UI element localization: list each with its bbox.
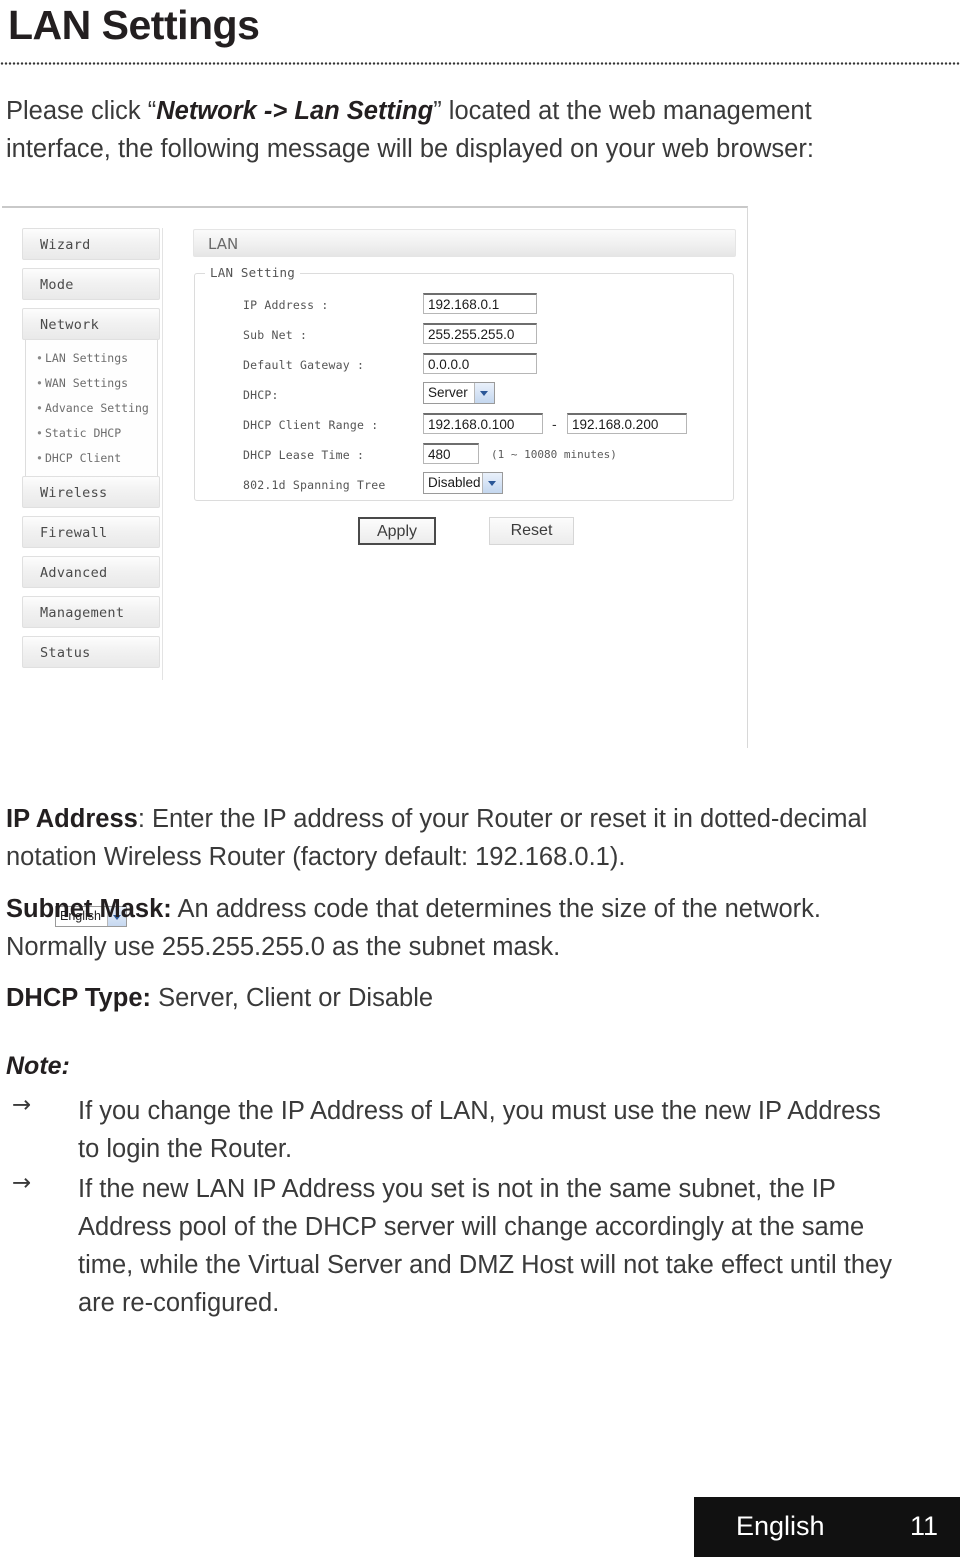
lease-time-hint: (1 ~ 10080 minutes) [491, 448, 617, 461]
footer-language: English [736, 1511, 825, 1541]
spanning-tree-value: Disabled [428, 475, 481, 490]
reset-button[interactable]: Reset [489, 517, 574, 545]
field-label: DHCP: [243, 388, 279, 402]
sidebar-item-label: Management [40, 605, 125, 621]
arrow-icon: → [12, 1170, 32, 1196]
arrow-icon: → [12, 1092, 32, 1118]
apply-button[interactable]: Apply [358, 517, 436, 545]
sub-net-input[interactable]: 255.255.255.0 [423, 323, 537, 344]
page-title: LAN Settings [8, 2, 260, 48]
sidebar-item-label: Mode [40, 277, 74, 293]
bullet-icon: • [36, 401, 43, 415]
spanning-tree-select[interactable]: Disabled [423, 472, 503, 494]
description-text: Server, Client or Disable [158, 984, 434, 1012]
lan-setting-fieldset: LAN Setting IP Address : 192.168.0.1 Sub… [194, 265, 735, 502]
description-dhcp-type: DHCP Type: Server, Client or Disable [6, 979, 906, 1017]
dhcp-range-start-input[interactable]: 192.168.0.100 [423, 413, 543, 434]
submenu-item-label: Static DHCP [45, 426, 122, 440]
bullet-icon: • [36, 426, 43, 440]
page-footer: English 11 [694, 1497, 960, 1557]
field-label: DHCP Lease Time : [243, 448, 365, 462]
submenu-item-label: LAN Settings [45, 351, 129, 365]
field-label: 802.1d Spanning Tree [243, 478, 386, 492]
submenu-item-wan-settings[interactable]: • WAN Settings [26, 371, 157, 396]
description-separator: : [137, 805, 152, 833]
dhcp-lease-time-input[interactable]: 480 [423, 443, 479, 464]
sidebar-item-wizard[interactable]: Wizard [22, 228, 160, 260]
sidebar-item-label: Wizard [40, 237, 91, 253]
field-label: IP Address : [243, 298, 329, 312]
sidebar-item-management[interactable]: Management [22, 596, 160, 628]
dhcp-type-select[interactable]: Server [423, 382, 495, 404]
note-item: If the new LAN IP Address you set is not… [78, 1175, 892, 1317]
range-separator: - [552, 416, 557, 432]
chevron-down-icon [482, 473, 502, 493]
intro-emphasis: Network -> Lan Setting [156, 97, 434, 125]
router-main-panel: LAN LAN Setting IP Address : 192.168.0.1… [193, 229, 736, 545]
dhcp-type-value: Server [428, 385, 468, 400]
sidebar-item-status[interactable]: Status [22, 636, 160, 668]
submenu-item-lan-settings[interactable]: • LAN Settings [26, 346, 157, 371]
description-term: IP Address [6, 805, 138, 833]
field-label: DHCP Client Range : [243, 418, 379, 432]
field-row-sub-net: Sub Net : 255.255.255.0 [195, 322, 735, 352]
sidebar-item-label: Advanced [40, 565, 108, 581]
submenu-item-dhcp-client[interactable]: • DHCP Client [26, 446, 157, 471]
sidebar-item-label: Firewall [40, 525, 108, 541]
bullet-icon: • [36, 376, 43, 390]
submenu-item-label: WAN Settings [45, 376, 129, 390]
description-subnet-mask: Subnet Mask: An address code that determ… [6, 890, 906, 966]
sidebar-item-mode[interactable]: Mode [22, 268, 160, 300]
submenu-item-advance-setting[interactable]: • Advance Setting [26, 396, 157, 421]
field-row-dhcp-client-range: DHCP Client Range : 192.168.0.100 - 192.… [195, 412, 735, 442]
bullet-icon: • [36, 451, 43, 465]
dhcp-range-end-input[interactable]: 192.168.0.200 [567, 413, 687, 434]
field-row-default-gateway: Default Gateway : 0.0.0.0 [195, 352, 735, 382]
sidebar-item-label: Status [40, 645, 91, 661]
field-label: Sub Net : [243, 328, 308, 342]
ip-address-input[interactable]: 192.168.0.1 [423, 293, 537, 314]
submenu-item-label: Advance Setting [45, 401, 149, 415]
sidebar-item-network[interactable]: Network [22, 308, 160, 340]
sidebar-item-advanced[interactable]: Advanced [22, 556, 160, 588]
title-divider [0, 62, 960, 65]
footer-page-number: 11 [909, 1511, 938, 1541]
field-label: Default Gateway : [243, 358, 365, 372]
description-ip-address: IP Address: Enter the IP address of your… [6, 800, 906, 876]
field-row-ip-address: IP Address : 192.168.0.1 [195, 292, 735, 322]
submenu-item-label: DHCP Client [45, 451, 122, 465]
intro-paragraph: Please click “Network -> Lan Setting” lo… [6, 92, 886, 168]
submenu-item-static-dhcp[interactable]: • Static DHCP [26, 421, 157, 446]
field-row-spanning-tree: 802.1d Spanning Tree Disabled [195, 472, 735, 502]
router-ui-screenshot: Wizard Mode Network • LAN Settings • WAN S… [2, 206, 748, 927]
fieldset-legend: LAN Setting [205, 265, 300, 280]
bullet-icon: • [36, 351, 43, 365]
intro-prefix: Please click “ [6, 97, 157, 125]
chevron-down-icon [474, 383, 494, 403]
sidebar-item-firewall[interactable]: Firewall [22, 516, 160, 548]
description-term: Subnet Mask: [6, 895, 172, 923]
sidebar-item-label: Wireless [40, 485, 108, 501]
panel-header: LAN [193, 229, 736, 257]
note-item: If you change the IP Address of LAN, you… [78, 1097, 881, 1163]
sidebar-item-label: Network [40, 317, 99, 333]
field-row-dhcp: DHCP: Server [195, 382, 735, 412]
sidebar-item-wireless[interactable]: Wireless [22, 476, 160, 508]
default-gateway-input[interactable]: 0.0.0.0 [423, 353, 537, 374]
field-row-dhcp-lease-time: DHCP Lease Time : 480 (1 ~ 10080 minutes… [195, 442, 735, 472]
description-term: DHCP Type: [6, 984, 151, 1012]
note-heading: Note: [6, 1052, 70, 1080]
network-submenu: • LAN Settings • WAN Settings • Advance Set… [25, 340, 158, 480]
